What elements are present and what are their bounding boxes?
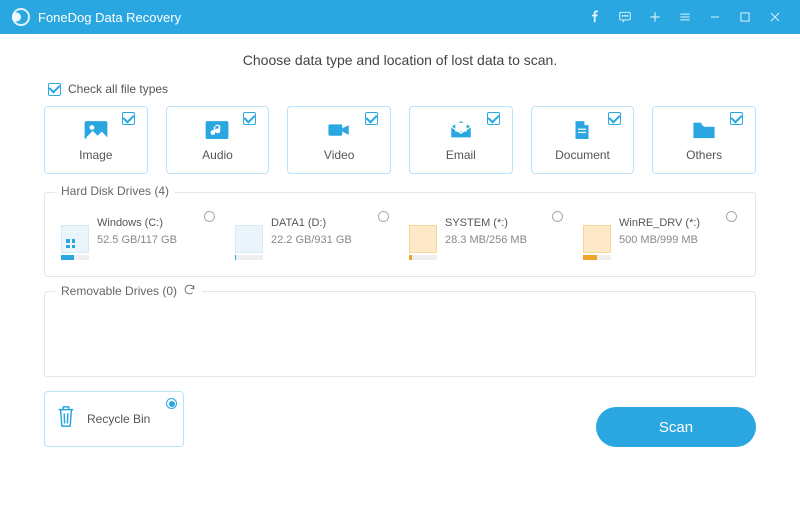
drive-item[interactable]: SYSTEM (*:) 28.3 MB/256 MB bbox=[405, 211, 569, 264]
type-checkbox[interactable] bbox=[730, 112, 743, 125]
drive-radio[interactable] bbox=[726, 211, 737, 222]
drive-icon bbox=[409, 225, 437, 253]
feedback-button[interactable] bbox=[610, 0, 640, 34]
type-checkbox[interactable] bbox=[487, 112, 500, 125]
type-card-others[interactable]: Others bbox=[652, 106, 756, 174]
type-card-email[interactable]: Email bbox=[409, 106, 513, 174]
drive-name: Windows (C:) bbox=[97, 215, 177, 232]
menu-button[interactable] bbox=[670, 0, 700, 34]
usage-bar bbox=[409, 255, 437, 260]
type-card-video[interactable]: Video bbox=[287, 106, 391, 174]
app-logo-icon bbox=[12, 8, 30, 26]
removable-group-label: Removable Drives (0) bbox=[55, 283, 202, 299]
drive-name: SYSTEM (*:) bbox=[445, 215, 527, 232]
type-label: Email bbox=[446, 148, 476, 162]
type-checkbox[interactable] bbox=[608, 112, 621, 125]
recycle-label: Recycle Bin bbox=[87, 412, 150, 426]
main-content: Choose data type and location of lost da… bbox=[0, 34, 800, 459]
video-icon bbox=[326, 118, 352, 142]
recycle-bin-card[interactable]: Recycle Bin bbox=[44, 391, 184, 447]
drive-size: 52.5 GB/117 GB bbox=[97, 234, 177, 246]
drive-item[interactable]: DATA1 (D:) 22.2 GB/931 GB bbox=[231, 211, 395, 264]
usage-bar bbox=[235, 255, 263, 260]
email-icon bbox=[448, 118, 474, 142]
hdd-group-label: Hard Disk Drives (4) bbox=[55, 184, 175, 198]
type-card-document[interactable]: Document bbox=[531, 106, 635, 174]
type-label: Others bbox=[686, 148, 722, 162]
hdd-group: Hard Disk Drives (4) Windows (C:) 52.5 G… bbox=[44, 192, 756, 277]
drive-icon bbox=[61, 225, 89, 253]
type-card-audio[interactable]: Audio bbox=[166, 106, 270, 174]
audio-icon bbox=[204, 118, 230, 142]
check-all-label: Check all file types bbox=[68, 82, 168, 96]
usage-bar bbox=[583, 255, 611, 260]
image-icon bbox=[83, 118, 109, 142]
type-card-image[interactable]: Image bbox=[44, 106, 148, 174]
document-icon bbox=[569, 118, 595, 142]
drive-item[interactable]: WinRE_DRV (*:) 500 MB/999 MB bbox=[579, 211, 743, 264]
drive-name: WinRE_DRV (*:) bbox=[619, 215, 700, 232]
refresh-icon[interactable] bbox=[183, 283, 196, 299]
type-label: Image bbox=[79, 148, 112, 162]
file-type-row: Image Audio Video Email bbox=[44, 106, 756, 174]
drive-name: DATA1 (D:) bbox=[271, 215, 352, 232]
bottom-row: Recycle Bin Scan bbox=[44, 391, 756, 447]
type-label: Audio bbox=[202, 148, 233, 162]
drive-radio[interactable] bbox=[378, 211, 389, 222]
trash-icon bbox=[55, 404, 77, 435]
folder-icon bbox=[691, 118, 717, 142]
recycle-radio[interactable] bbox=[166, 398, 177, 409]
type-checkbox[interactable] bbox=[243, 112, 256, 125]
type-checkbox[interactable] bbox=[122, 112, 135, 125]
maximize-button[interactable] bbox=[730, 0, 760, 34]
app-title: FoneDog Data Recovery bbox=[38, 10, 181, 25]
drive-radio[interactable] bbox=[552, 211, 563, 222]
type-label: Video bbox=[324, 148, 354, 162]
page-heading: Choose data type and location of lost da… bbox=[44, 52, 756, 68]
facebook-button[interactable] bbox=[580, 0, 610, 34]
titlebar: FoneDog Data Recovery bbox=[0, 0, 800, 34]
drive-item[interactable]: Windows (C:) 52.5 GB/117 GB bbox=[57, 211, 221, 264]
removable-group: Removable Drives (0) bbox=[44, 291, 756, 377]
add-button[interactable] bbox=[640, 0, 670, 34]
check-all-row[interactable]: Check all file types bbox=[48, 82, 756, 96]
drive-size: 500 MB/999 MB bbox=[619, 234, 698, 246]
type-label: Document bbox=[555, 148, 610, 162]
minimize-button[interactable] bbox=[700, 0, 730, 34]
drive-icon bbox=[235, 225, 263, 253]
drive-icon bbox=[583, 225, 611, 253]
type-checkbox[interactable] bbox=[365, 112, 378, 125]
drive-size: 22.2 GB/931 GB bbox=[271, 234, 352, 246]
check-all-checkbox[interactable] bbox=[48, 83, 61, 96]
drive-radio[interactable] bbox=[204, 211, 215, 222]
drive-size: 28.3 MB/256 MB bbox=[445, 234, 527, 246]
usage-bar bbox=[61, 255, 89, 260]
scan-button[interactable]: Scan bbox=[596, 407, 756, 447]
close-button[interactable] bbox=[760, 0, 790, 34]
